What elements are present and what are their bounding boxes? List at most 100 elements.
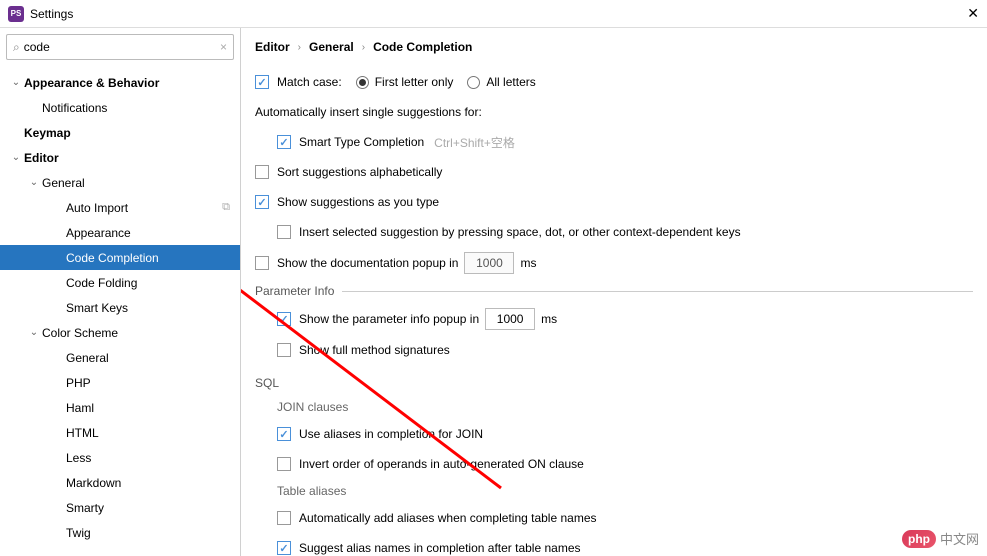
content-pane: Editor › General › Code Completion Match… (241, 28, 987, 556)
tree-item-notifications[interactable]: Notifications (0, 95, 240, 120)
param-popup-checkbox[interactable] (277, 312, 291, 326)
tree-item-auto-import[interactable]: Auto Import ⧉ (0, 195, 240, 220)
sql-header: SQL (255, 376, 973, 390)
sort-alpha-label: Sort suggestions alphabetically (277, 165, 442, 179)
app-icon: PS (8, 6, 24, 22)
smart-type-checkbox[interactable] (277, 135, 291, 149)
breadcrumb-editor[interactable]: Editor (255, 40, 290, 54)
match-case-label: Match case: (277, 75, 342, 89)
chevron-right-icon: › (362, 42, 365, 53)
all-letters-radio[interactable] (467, 76, 480, 89)
auto-alias-label: Automatically add aliases when completin… (299, 511, 597, 525)
chevron-right-icon: › (298, 42, 301, 53)
tree-item-label: Color Scheme (42, 326, 118, 340)
show-doc-checkbox[interactable] (255, 256, 269, 270)
tree-item-editor[interactable]: ⌄Editor (0, 145, 240, 170)
settings-tree: ⌄Appearance & BehaviorNotificationsKeyma… (0, 66, 240, 556)
sidebar: ⌕ × ⌄Appearance & BehaviorNotificationsK… (0, 28, 241, 556)
tree-item-label: Haml (66, 401, 94, 415)
insert-selected-checkbox[interactable] (277, 225, 291, 239)
watermark-text: 中文网 (940, 529, 979, 548)
tree-item-appearance-behavior[interactable]: ⌄Appearance & Behavior (0, 70, 240, 95)
tree-item-label: General (42, 176, 85, 190)
tree-item-smarty[interactable]: Smarty (0, 495, 240, 520)
tree-item-general[interactable]: ⌄General (0, 170, 240, 195)
first-letter-label: First letter only (375, 75, 454, 89)
tree-item-general[interactable]: General (0, 345, 240, 370)
tree-item-label: Smart Keys (66, 301, 128, 315)
tree-item-label: Appearance & Behavior (24, 76, 159, 90)
suggest-alias-checkbox[interactable] (277, 541, 291, 555)
breadcrumb-general[interactable]: General (309, 40, 354, 54)
tree-item-label: Auto Import (66, 201, 128, 215)
watermark-badge: php (902, 530, 936, 548)
suggest-alias-label: Suggest alias names in completion after … (299, 541, 581, 555)
tree-item-code-folding[interactable]: Code Folding (0, 270, 240, 295)
search-icon: ⌕ (13, 40, 20, 55)
tree-item-label: Editor (24, 151, 59, 165)
join-header: JOIN clauses (277, 400, 973, 414)
tree-item-php[interactable]: PHP (0, 370, 240, 395)
use-alias-checkbox[interactable] (277, 427, 291, 441)
smart-type-shortcut: Ctrl+Shift+空格 (434, 134, 515, 151)
invert-order-label: Invert order of operands in auto-generat… (299, 457, 584, 471)
invert-order-checkbox[interactable] (277, 457, 291, 471)
sort-alpha-checkbox[interactable] (255, 165, 269, 179)
tree-item-label: Twig (66, 526, 91, 540)
tree-item-label: General (66, 351, 109, 365)
first-letter-radio[interactable] (356, 76, 369, 89)
ms-label: ms (541, 312, 557, 326)
tree-item-haml[interactable]: Haml (0, 395, 240, 420)
tree-item-label: Code Completion (66, 251, 159, 265)
all-letters-label: All letters (486, 75, 535, 89)
smart-type-label: Smart Type Completion (299, 135, 424, 149)
chevron-down-icon: ⌄ (8, 152, 24, 163)
insert-selected-label: Insert selected suggestion by pressing s… (299, 225, 741, 239)
watermark: php 中文网 (902, 529, 979, 548)
close-icon[interactable]: ✕ (967, 5, 979, 22)
tree-item-label: PHP (66, 376, 91, 390)
table-alias-header: Table aliases (277, 484, 973, 498)
full-sig-checkbox[interactable] (277, 343, 291, 357)
parameter-info-legend: Parameter Info (255, 284, 342, 298)
tree-item-label: Notifications (42, 101, 107, 115)
param-popup-label: Show the parameter info popup in (299, 312, 479, 326)
tree-item-label: Code Folding (66, 276, 137, 290)
ms-label: ms (520, 256, 536, 270)
tree-item-smart-keys[interactable]: Smart Keys (0, 295, 240, 320)
copy-icon[interactable]: ⧉ (222, 201, 230, 214)
tree-item-twig[interactable]: Twig (0, 520, 240, 545)
clear-search-icon[interactable]: × (220, 40, 227, 54)
show-suggestions-label: Show suggestions as you type (277, 195, 439, 209)
auto-insert-label: Automatically insert single suggestions … (255, 105, 482, 119)
match-case-checkbox[interactable] (255, 75, 269, 89)
parameter-info-group: Parameter Info Show the parameter info p… (255, 284, 973, 370)
chevron-down-icon: ⌄ (26, 327, 42, 338)
tree-item-markdown[interactable]: Markdown (0, 470, 240, 495)
breadcrumb-code-completion: Code Completion (373, 40, 472, 54)
tree-item-label: Keymap (24, 126, 71, 140)
tree-item-color-scheme[interactable]: ⌄Color Scheme (0, 320, 240, 345)
doc-delay-input[interactable] (464, 252, 514, 274)
show-suggestions-checkbox[interactable] (255, 195, 269, 209)
tree-item-label: Smarty (66, 501, 104, 515)
tree-item-html[interactable]: HTML (0, 420, 240, 445)
use-alias-label: Use aliases in completion for JOIN (299, 427, 483, 441)
tree-item-keymap[interactable]: Keymap (0, 120, 240, 145)
search-input[interactable] (24, 40, 220, 54)
chevron-down-icon: ⌄ (26, 177, 42, 188)
tree-item-label: HTML (66, 426, 99, 440)
tree-item-label: Less (66, 451, 91, 465)
search-box[interactable]: ⌕ × (6, 34, 234, 60)
param-delay-input[interactable] (485, 308, 535, 330)
show-doc-label: Show the documentation popup in (277, 256, 458, 270)
tree-item-code-completion[interactable]: Code Completion (0, 245, 240, 270)
window-title: Settings (30, 7, 73, 21)
chevron-down-icon: ⌄ (8, 77, 24, 88)
tree-item-appearance[interactable]: Appearance (0, 220, 240, 245)
breadcrumb: Editor › General › Code Completion (255, 40, 973, 54)
tree-item-less[interactable]: Less (0, 445, 240, 470)
auto-alias-checkbox[interactable] (277, 511, 291, 525)
tree-item-label: Appearance (66, 226, 131, 240)
tree-item-label: Markdown (66, 476, 121, 490)
